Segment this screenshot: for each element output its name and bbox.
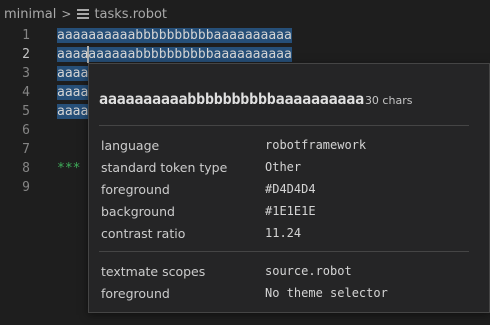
info-value: Other (265, 160, 302, 174)
info-value: 11.24 (265, 226, 302, 240)
info-row-token-type: standard token type Other (101, 157, 481, 177)
info-row-foreground: foreground #D4D4D4 (101, 179, 481, 199)
hover-title: aaaaaaaaaabbbbbbbbbbaaaaaaaaaa 30 chars (99, 90, 412, 108)
line-number: 1 (22, 28, 30, 43)
code-text[interactable]: aaaaaaaaaabbbbbbbbbbaaaaaaaaaa (57, 28, 292, 43)
info-row-background: background #1E1E1E (101, 201, 481, 221)
info-key: standard token type (101, 159, 228, 175)
editor-line-active[interactable]: 2 aaaaaaaaaabbbbbbbbbbaaaaaaaaaa (0, 45, 490, 64)
info-row-scopes: textmate scopes source.robot (101, 261, 481, 281)
code-text[interactable]: aaaa (57, 104, 89, 119)
breadcrumb-folder[interactable]: minimal (4, 7, 56, 22)
info-row-language: language robotframework (101, 135, 481, 155)
token-text: aaaaaaaaaabbbbbbbbbbaaaaaaaaaa (99, 90, 364, 108)
info-value: #1E1E1E (265, 204, 316, 218)
editor-line[interactable]: 1 aaaaaaaaaabbbbbbbbbbaaaaaaaaaa (0, 26, 490, 45)
line-number: 6 (22, 123, 30, 138)
info-value: No theme selector (265, 286, 388, 300)
divider (99, 251, 469, 252)
line-number: 5 (22, 104, 30, 119)
info-value: source.robot (265, 264, 352, 278)
info-row-contrast: contrast ratio 11.24 (101, 223, 481, 243)
info-row-scope-foreground: foreground No theme selector (101, 283, 481, 303)
line-number: 7 (22, 142, 30, 157)
line-number: 3 (22, 66, 30, 81)
char-count: 30 chars (364, 94, 413, 107)
divider (99, 125, 469, 126)
info-value: #D4D4D4 (265, 182, 316, 196)
info-value: robotframework (265, 138, 367, 152)
info-key: foreground (101, 181, 170, 197)
info-key: textmate scopes (101, 263, 206, 279)
info-key: background (101, 203, 175, 219)
chevron-right-icon: > (61, 7, 72, 21)
line-number: 9 (22, 180, 30, 195)
info-key: foreground (101, 285, 170, 301)
info-key: contrast ratio (101, 225, 186, 241)
line-number: 4 (22, 85, 30, 100)
code-text[interactable]: aaaa (57, 85, 89, 100)
line-number: 2 (22, 47, 30, 62)
breadcrumb-file[interactable]: tasks.robot (94, 7, 167, 22)
info-key: language (101, 137, 160, 153)
list-icon (77, 9, 90, 19)
code-text[interactable]: aaaaaaaaaabbbbbbbbbbaaaaaaaaaa (57, 47, 292, 62)
line-number: 8 (22, 161, 30, 176)
code-text[interactable]: aaaa (57, 66, 89, 81)
text-cursor (87, 46, 89, 63)
token-inspector-hover: aaaaaaaaaabbbbbbbbbbaaaaaaaaaa 30 chars … (88, 63, 490, 313)
section-header-text[interactable]: *** (57, 161, 80, 176)
